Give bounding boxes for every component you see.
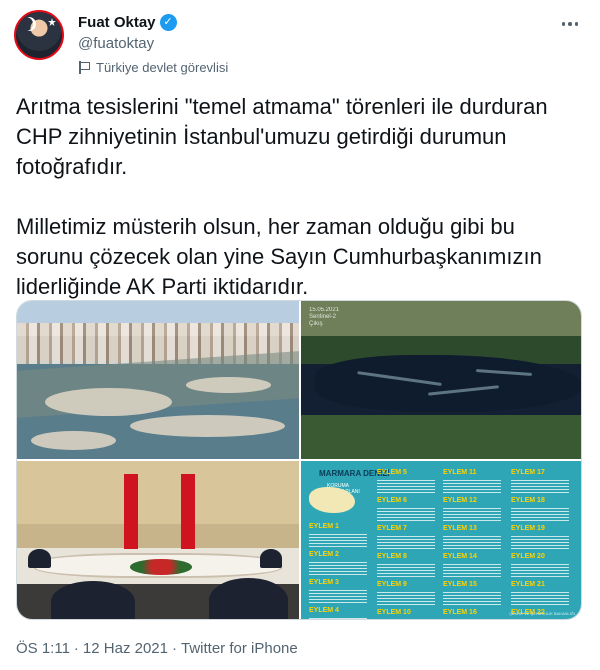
- meta-separator: ·: [73, 640, 79, 657]
- government-label[interactable]: Türkiye devlet görevlisi: [78, 60, 228, 75]
- more-options-icon[interactable]: [558, 12, 582, 36]
- sea-area: [315, 354, 581, 412]
- meta-separator: ·: [172, 640, 177, 657]
- government-label-text: Türkiye devlet görevlisi: [96, 60, 229, 75]
- author-avatar[interactable]: [14, 10, 64, 60]
- author-name-row: Fuat Oktay ✓: [78, 14, 177, 31]
- infographic-footer: ÇEVRE VE ŞEHİRCİLİK BAKANLIĞI: [509, 611, 575, 616]
- tweet-time[interactable]: ÖS 1:11: [16, 640, 70, 657]
- crescent-icon: [22, 17, 36, 31]
- flower-arrangement: [129, 558, 192, 575]
- satellite-stamp: 15.05.2021 Sentinel-2 Çıkış: [309, 307, 340, 327]
- tweet-meta: ÖS 1:11 · 12 Haz 2021 · Twitter for iPho…: [16, 640, 298, 657]
- photo-istanbul-coast[interactable]: [17, 301, 299, 459]
- eylem-column-3: EYLEM 11 EYLEM 12 EYLEM 13 EYLEM 14 EYLE…: [443, 469, 501, 619]
- eylem-column-2: EYLEM 5 EYLEM 6 EYLEM 7 EYLEM 8 EYLEM 9 …: [377, 469, 435, 619]
- turkish-flag: [124, 473, 139, 550]
- media-grid: 15.05.2021 Sentinel-2 Çıkış MARMARA DENİ…: [16, 300, 582, 620]
- turkish-flag: [180, 473, 195, 550]
- tweet-source[interactable]: Twitter for iPhone: [181, 640, 298, 657]
- photo-meeting[interactable]: [17, 461, 299, 619]
- author-handle[interactable]: @fuatoktay: [78, 35, 154, 52]
- flag-icon: [78, 61, 90, 74]
- author-name[interactable]: Fuat Oktay: [78, 14, 156, 31]
- eylem-column-1: EYLEM 1 EYLEM 2 EYLEM 3 EYLEM 4: [309, 523, 367, 619]
- eylem-column-4: EYLEM 17 EYLEM 18 EYLEM 19 EYLEM 20 EYLE…: [511, 469, 569, 619]
- photo-satellite-marmara[interactable]: 15.05.2021 Sentinel-2 Çıkış: [301, 301, 581, 459]
- tweet-header: Fuat Oktay ✓ @fuatoktay Türkiye devlet g…: [14, 8, 586, 78]
- infographic-action-plan[interactable]: MARMARA DENİZİ KORUMA EYLEM PLANI EYLEM …: [301, 461, 581, 619]
- star-icon: [48, 18, 56, 26]
- tweet-date[interactable]: 12 Haz 2021: [83, 640, 168, 657]
- marmara-map: [309, 487, 355, 513]
- verified-badge-icon: ✓: [159, 14, 177, 31]
- tweet-text: Arıtma tesislerini "temel atmama" törenl…: [16, 94, 548, 299]
